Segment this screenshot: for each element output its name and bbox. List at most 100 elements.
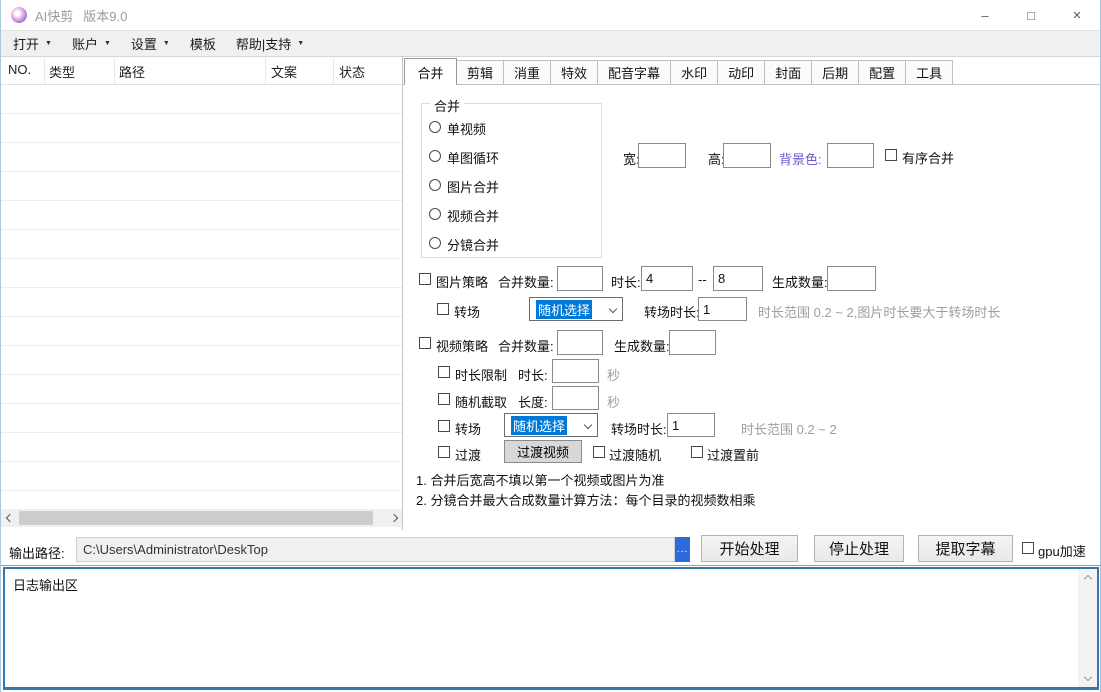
browse-button[interactable]: ... — [675, 537, 690, 562]
table-body — [1, 85, 402, 508]
tab-cover[interactable]: 封面 — [764, 60, 812, 85]
bg-color-label: 背景色: — [779, 149, 822, 168]
duration-limit-input[interactable] — [552, 359, 599, 383]
image-transition-select[interactable]: 随机选择 — [529, 297, 623, 321]
close-button[interactable]: × — [1054, 0, 1100, 30]
duration-limit-checkbox[interactable] — [438, 366, 450, 378]
tab-dub-subtitle[interactable]: 配音字幕 — [597, 60, 671, 85]
image-generate-count-label: 生成数量: — [772, 272, 828, 291]
chevron-down-icon: ▼ — [45, 40, 52, 47]
output-path-input[interactable] — [76, 537, 675, 562]
radio-single-video[interactable] — [429, 121, 441, 133]
fade-random-checkbox[interactable] — [593, 446, 605, 458]
image-duration-max-input[interactable] — [713, 266, 763, 291]
column-header-no[interactable]: NO. — [8, 62, 31, 77]
close-icon: × — [1073, 7, 1082, 24]
ordered-merge-checkbox[interactable] — [885, 149, 897, 161]
tab-dedupe[interactable]: 消重 — [503, 60, 551, 85]
tab-label: 消重 — [514, 63, 540, 82]
maximize-icon: □ — [1027, 8, 1035, 23]
video-transition-duration-input[interactable] — [667, 413, 715, 437]
video-transition-label: 转场 — [455, 419, 481, 438]
chevron-right-icon — [389, 514, 397, 522]
image-transition-selected-value: 随机选择 — [536, 300, 592, 319]
video-transition-select[interactable]: 随机选择 — [504, 413, 598, 437]
radio-image-merge-label: 图片合并 — [447, 177, 499, 196]
scrollbar-thumb[interactable] — [19, 511, 373, 525]
start-processing-button[interactable]: 开始处理 — [701, 535, 798, 562]
column-header-status[interactable]: 状态 — [339, 62, 365, 81]
column-header-type[interactable]: 类型 — [49, 62, 75, 81]
image-duration-min-input[interactable] — [641, 266, 693, 291]
scroll-up-button[interactable] — [1078, 571, 1097, 587]
image-strategy-label: 图片策略 — [436, 272, 488, 291]
radio-single-image-loop-label: 单图循环 — [447, 148, 499, 167]
groupbox-title: 合并 — [430, 96, 464, 115]
video-generate-count-input[interactable] — [669, 330, 716, 355]
scroll-left-button[interactable] — [1, 509, 18, 527]
tab-config[interactable]: 配置 — [858, 60, 906, 85]
menu-open-label: 打开 — [13, 34, 39, 53]
bg-color-input[interactable] — [827, 143, 874, 168]
maximize-button[interactable]: □ — [1008, 0, 1054, 30]
chevron-down-icon: ▼ — [104, 40, 111, 47]
width-input[interactable] — [638, 143, 686, 168]
menu-help-support[interactable]: 帮助|支持 ▼ — [236, 34, 304, 53]
extract-subtitles-button[interactable]: 提取字幕 — [918, 535, 1013, 562]
image-generate-count-input[interactable] — [827, 266, 876, 291]
random-cut-length-input[interactable] — [552, 386, 599, 410]
app-title: AI快剪 — [35, 6, 73, 25]
column-header-path[interactable]: 路径 — [119, 62, 145, 81]
column-header-copy[interactable]: 文案 — [271, 62, 297, 81]
tab-watermark[interactable]: 水印 — [670, 60, 718, 85]
video-strategy-checkbox[interactable] — [419, 337, 431, 349]
tab-label: 后期 — [822, 63, 848, 82]
radio-image-merge[interactable] — [429, 179, 441, 191]
app-window: AI快剪 版本9.0 – □ × 打开 ▼ 账户 ▼ 设置 ▼ 模板 帮助|支持… — [0, 0, 1101, 692]
random-cut-label: 随机截取 — [455, 392, 507, 411]
tab-effects[interactable]: 特效 — [550, 60, 598, 85]
fade-video-button[interactable]: 过渡视频 — [504, 440, 582, 463]
radio-storyboard-merge[interactable] — [429, 237, 441, 249]
tab-strip: 剪辑 消重 特效 配音字幕 水印 动印 封面 后期 配置 工具 — [457, 60, 953, 85]
tab-tools[interactable]: 工具 — [905, 60, 953, 85]
image-transition-checkbox[interactable] — [437, 303, 449, 315]
chevron-up-icon — [1083, 575, 1091, 583]
menu-account[interactable]: 账户 ▼ — [72, 34, 111, 53]
image-transition-duration-input[interactable] — [698, 297, 747, 321]
chevron-down-icon — [584, 421, 592, 429]
height-input[interactable] — [723, 143, 771, 168]
video-transition-checkbox[interactable] — [438, 420, 450, 432]
random-cut-checkbox[interactable] — [438, 393, 450, 405]
radio-video-merge[interactable] — [429, 208, 441, 220]
menu-help-label: 帮助|支持 — [236, 34, 291, 53]
scroll-down-button[interactable] — [1078, 669, 1097, 685]
tab-label: 配音字幕 — [608, 63, 660, 82]
scroll-right-button[interactable] — [385, 509, 402, 527]
chevron-down-icon: ▼ — [163, 40, 170, 47]
image-strategy-checkbox[interactable] — [419, 273, 431, 285]
random-cut-unit: 秒 — [607, 392, 620, 411]
image-merge-count-input[interactable] — [557, 266, 603, 291]
video-strategy-label: 视频策略 — [436, 336, 488, 355]
fade-checkbox[interactable] — [438, 446, 450, 458]
minimize-button[interactable]: – — [962, 0, 1008, 30]
gpu-acceleration-checkbox[interactable] — [1022, 542, 1034, 554]
duration-range-separator: -- — [698, 272, 707, 287]
fade-front-checkbox[interactable] — [691, 446, 703, 458]
stop-processing-button[interactable]: 停止处理 — [814, 535, 904, 562]
video-transition-duration-label: 转场时长: — [611, 419, 667, 438]
tab-edit[interactable]: 剪辑 — [456, 60, 504, 85]
menu-template[interactable]: 模板 — [190, 34, 216, 53]
tab-label: 水印 — [681, 63, 707, 82]
log-separator — [1, 565, 1101, 566]
tab-merge[interactable]: 合并 — [404, 58, 457, 85]
radio-single-image-loop[interactable] — [429, 150, 441, 162]
output-path-label: 输出路径: — [9, 543, 65, 562]
tab-motion-stamp[interactable]: 动印 — [717, 60, 765, 85]
menu-open[interactable]: 打开 ▼ — [13, 34, 52, 53]
tab-post[interactable]: 后期 — [811, 60, 859, 85]
log-vertical-scrollbar[interactable] — [1078, 569, 1097, 687]
menu-settings[interactable]: 设置 ▼ — [131, 34, 170, 53]
video-merge-count-input[interactable] — [557, 330, 603, 355]
